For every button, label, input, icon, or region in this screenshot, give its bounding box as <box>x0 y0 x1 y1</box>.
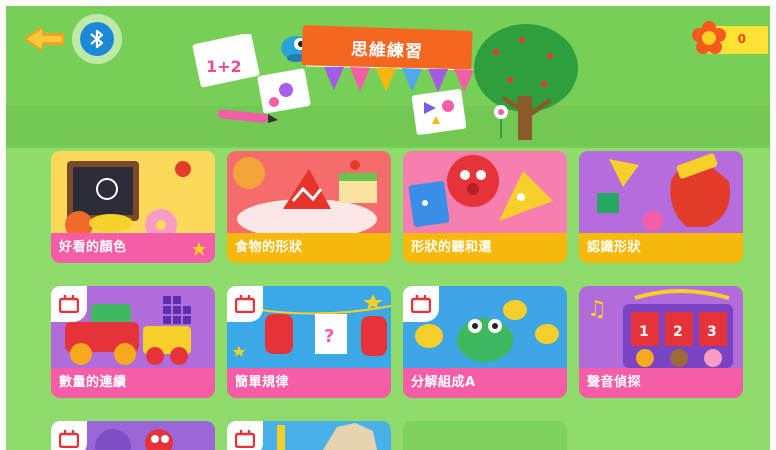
svg-text:2: 2 <box>673 324 683 340</box>
card-shape-compose[interactable]: 形狀的聽和還 <box>403 151 567 263</box>
card-sound-detective-image: ♫ 1 2 3 <box>579 286 743 368</box>
card-label: 數量的連續 <box>51 368 215 398</box>
back-button[interactable] <box>24 24 66 54</box>
lock-icon <box>59 295 79 313</box>
card-food-shapes-image <box>227 151 391 233</box>
lock-badge <box>227 421 263 450</box>
card-label: 分解組成A <box>403 368 567 398</box>
card-simple-patterns[interactable]: ? 簡單規律 <box>227 286 391 398</box>
lock-badge <box>227 286 263 322</box>
header-ground <box>6 106 770 146</box>
lock-badge <box>403 286 439 322</box>
back-arrow-icon <box>24 26 64 52</box>
small-flower-illustration <box>494 105 508 138</box>
card-count-sequence[interactable]: 數量的連續 <box>51 286 215 398</box>
card-recognize-shapes[interactable]: 認識形狀 <box>579 151 743 263</box>
card-row3-placeholder <box>403 421 567 450</box>
header-area: 1+2 思維練習 0 <box>6 6 770 148</box>
card-label: 食物的形狀 <box>227 233 391 263</box>
pencil-illustration <box>218 109 278 123</box>
svg-text:1+2: 1+2 <box>206 57 242 76</box>
card-row3-1[interactable] <box>51 421 215 450</box>
lock-icon <box>59 430 79 448</box>
score-value: 0 <box>737 32 746 46</box>
card-row3-2[interactable] <box>227 421 391 450</box>
star-icon <box>192 242 206 256</box>
svg-text:1: 1 <box>639 324 649 340</box>
lock-badge <box>51 286 87 322</box>
card-decomposition-a[interactable]: 分解組成A <box>403 286 567 398</box>
tree-illustration <box>474 24 578 140</box>
lock-icon <box>411 295 431 313</box>
card-shape-compose-image <box>403 151 567 233</box>
lock-icon <box>235 295 255 313</box>
card-sound-detective[interactable]: ♫ 1 2 3 聲音偵探 <box>579 286 743 398</box>
bluetooth-button[interactable] <box>72 14 122 64</box>
card-colors-image <box>51 151 215 233</box>
lock-icon <box>235 430 255 448</box>
card-recognize-shapes-image <box>579 151 743 233</box>
flower-icon <box>692 21 726 54</box>
shape-card-illustration <box>411 89 467 135</box>
math-card-illustration: 1+2 <box>192 34 260 88</box>
svg-text:♫: ♫ <box>587 297 607 322</box>
svg-text:?: ? <box>324 326 334 347</box>
svg-text:3: 3 <box>707 324 717 340</box>
card-label: 聲音偵探 <box>579 368 743 398</box>
card-colors[interactable]: 好看的顏色 <box>51 151 215 263</box>
bluetooth-icon <box>80 22 114 56</box>
card-label: 形狀的聽和還 <box>403 233 567 263</box>
lock-badge <box>51 421 87 450</box>
card-label: 認識形狀 <box>579 233 743 263</box>
card-food-shapes[interactable]: 食物的形狀 <box>227 151 391 263</box>
app-screen: 1+2 思維練習 0 好看的顏色 食物的形狀 形狀的聽和還 認識形狀 數量的連續… <box>6 6 770 450</box>
card-label: 簡單規律 <box>227 368 391 398</box>
